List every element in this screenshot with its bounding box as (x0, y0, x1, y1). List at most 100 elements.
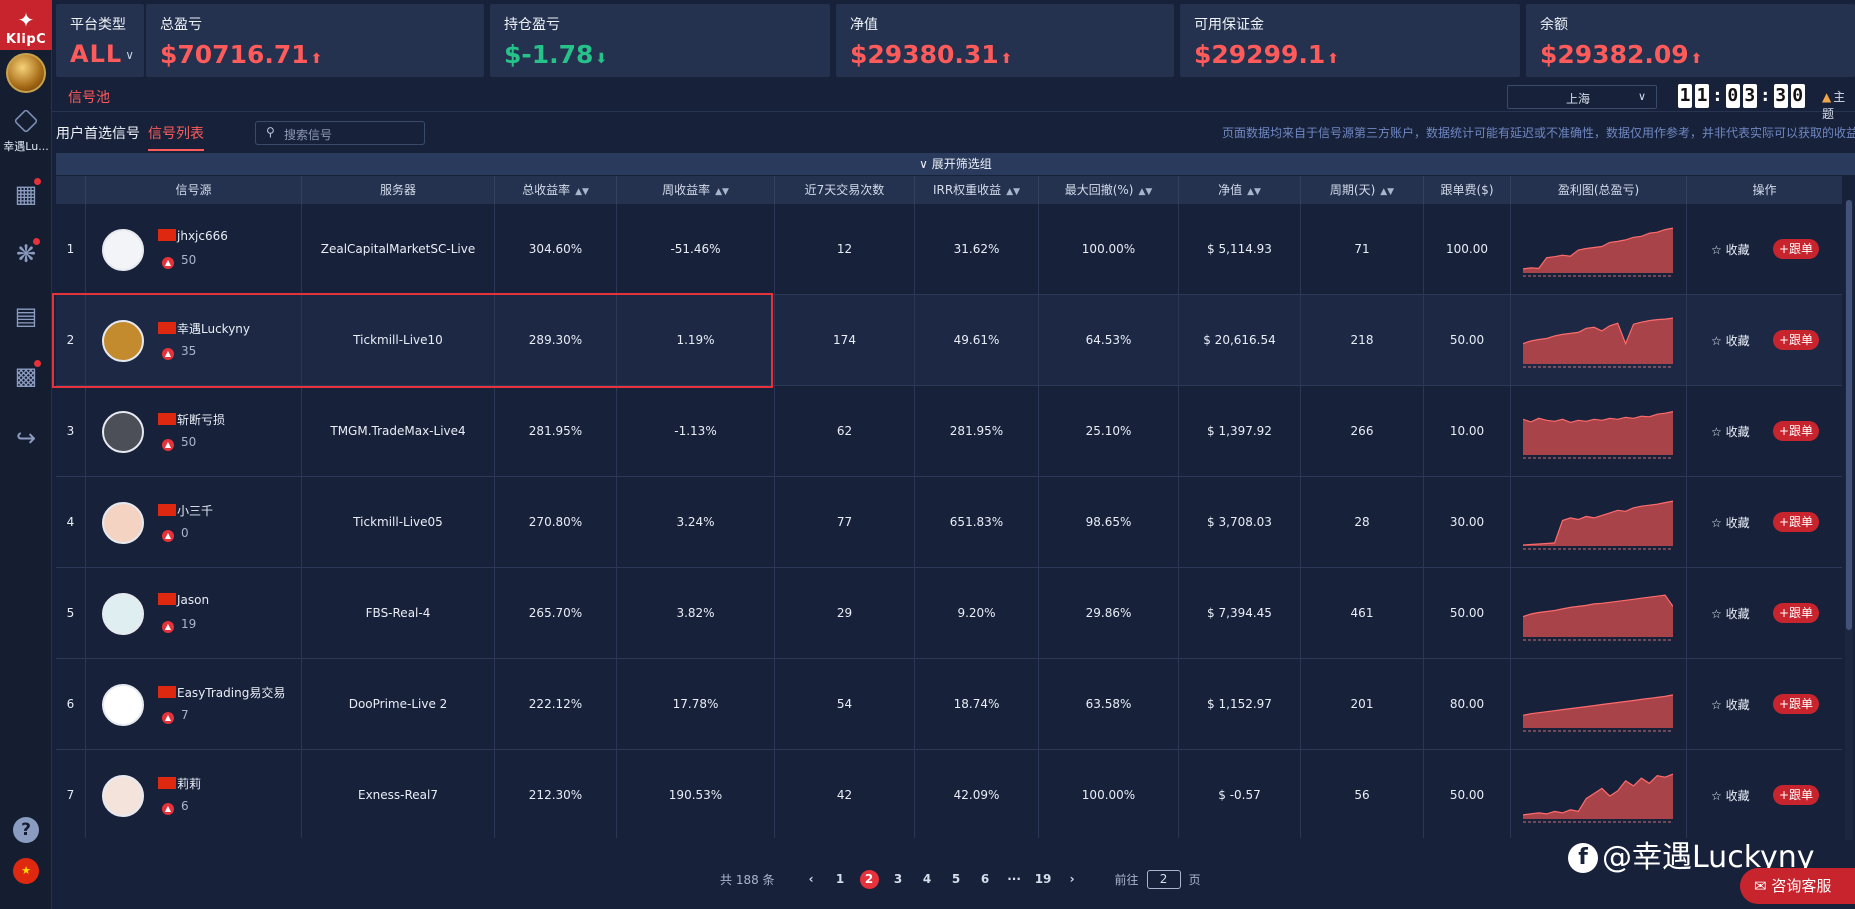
avatar[interactable] (102, 411, 144, 453)
consult-button[interactable]: ✉ 咨询客服 (1740, 868, 1855, 904)
fire-icon: ▲ (162, 621, 174, 633)
follow-button[interactable]: +跟单 (1773, 330, 1820, 350)
scrollbar-thumb[interactable] (1846, 200, 1852, 630)
th-drawdown[interactable]: 最大回撤(%) ▲▼ (1039, 176, 1179, 204)
sidebar-item-logout[interactable]: ↪ (0, 416, 52, 460)
favorite-button[interactable]: ☆ 收藏 (1711, 787, 1750, 804)
favorite-button[interactable]: ☆ 收藏 (1711, 605, 1750, 622)
vertical-scrollbar[interactable] (1845, 200, 1853, 840)
search-input[interactable]: ⚲ 搜索信号 (255, 121, 425, 145)
source-name[interactable]: jhxjc666 (158, 229, 228, 243)
favorite-button[interactable]: ☆ 收藏 (1711, 332, 1750, 349)
user-badge[interactable]: 幸遇Lu... (0, 108, 52, 154)
china-flag-icon (158, 413, 176, 425)
avatar[interactable] (102, 320, 144, 362)
page-number[interactable]: 2 (859, 869, 879, 889)
sidebar-item-analytics[interactable]: ▤ (0, 294, 52, 338)
avatar[interactable] (102, 593, 144, 635)
table-row[interactable]: 4 Tickmill-Live05 270.80% 3.24% 77 651.83% 98.… (56, 477, 1842, 568)
avatar[interactable] (6, 53, 46, 93)
stat-equity: 净值 $29380.31 ⬆ (836, 4, 1174, 77)
cell-period: 266 (1301, 386, 1424, 477)
user-name: 幸遇Lu... (3, 140, 49, 153)
avatar[interactable] (102, 229, 144, 271)
next-page-icon[interactable]: › (1063, 870, 1082, 889)
source-name[interactable]: 小三千 (158, 502, 213, 519)
cell-server: ZealCapitalMarketSC-Live (302, 204, 495, 295)
table-row[interactable]: 2 Tickmill-Live10 289.30% 1.19% 174 49.61% 64.… (56, 295, 1842, 386)
expand-filter-button[interactable]: ∨ 展开筛选组 (56, 153, 1855, 175)
clock-digit: 3 (1742, 84, 1757, 108)
cell-trades: 77 (775, 477, 915, 568)
page-number[interactable]: 19 (1034, 870, 1053, 889)
sparkline-area (1523, 318, 1673, 364)
follow-button[interactable]: +跟单 (1773, 603, 1820, 623)
page-number[interactable]: 5 (947, 870, 966, 889)
sidebar-item-ranking[interactable]: ▩ (0, 354, 52, 398)
th-weekly-return[interactable]: 周收益率 ▲▼ (617, 176, 775, 204)
table-row[interactable]: 1 ZealCapitalMarketSC-Live 304.60% -51.46% 1… (56, 204, 1842, 295)
th-irr[interactable]: IRR权重收益 ▲▼ (915, 176, 1039, 204)
prev-page-icon[interactable]: ‹ (802, 870, 821, 889)
avatar[interactable] (102, 502, 144, 544)
cell-weekly: 3.82% (617, 568, 775, 659)
sidebar-item-dashboard[interactable]: ▦ (0, 172, 52, 216)
cell-source[interactable]: 幸遇Luckyny ▲ 35 (86, 295, 302, 386)
cell-source[interactable]: EasyTrading易交易 ▲ 7 (86, 659, 302, 750)
cell-source[interactable]: 莉莉 ▲ 6 (86, 750, 302, 838)
th-label: 周期(天) (1329, 183, 1376, 197)
source-name[interactable]: 幸遇Luckyny (158, 320, 250, 337)
follow-button[interactable]: +跟单 (1773, 785, 1820, 805)
page-number[interactable]: 4 (918, 870, 937, 889)
follow-button[interactable]: +跟单 (1773, 512, 1820, 532)
table-row[interactable]: 5 FBS-Real-4 265.70% 3.82% 29 9.20% 29.86% $ 7,… (56, 568, 1842, 659)
help-icon[interactable]: ? (13, 817, 39, 843)
cell-equity: $ 20,616.54 (1179, 295, 1301, 386)
tab-signal-list[interactable]: 信号列表 (148, 123, 204, 151)
follow-button[interactable]: +跟单 (1773, 421, 1820, 441)
th-total-return[interactable]: 总收益率 ▲▼ (495, 176, 617, 204)
fire-icon: ▲ (162, 803, 174, 815)
table-row[interactable]: 3 TMGM.TradeMax-Live4 281.95% -1.13% 62 281.9… (56, 386, 1842, 477)
page-number[interactable]: ··· (1005, 870, 1024, 889)
source-name[interactable]: 莉莉 (158, 775, 201, 792)
logo[interactable]: ✦ KlipC (0, 0, 52, 50)
th-period[interactable]: 周期(天) ▲▼ (1301, 176, 1424, 204)
table-row[interactable]: 7 Exness-Real7 212.30% 190.53% 42 42.09% 100.0… (56, 750, 1842, 838)
platform-value: ALL (70, 40, 123, 68)
favorite-button[interactable]: ☆ 收藏 (1711, 514, 1750, 531)
cell-source[interactable]: 小三千 ▲ 0 (86, 477, 302, 568)
cell-dd: 64.53% (1039, 295, 1179, 386)
stat-value: $29380.31 (850, 40, 999, 69)
avatar[interactable] (102, 684, 144, 726)
cell-server: TMGM.TradeMax-Live4 (302, 386, 495, 477)
source-name[interactable]: 斩断亏损 (158, 411, 225, 428)
page-number[interactable]: 1 (831, 870, 850, 889)
th-equity[interactable]: 净值 ▲▼ (1179, 176, 1301, 204)
fire-icon: ▲ (162, 530, 174, 542)
sidebar-item-signals[interactable]: ❋ (0, 232, 52, 276)
fire-icon: ▲ (162, 348, 174, 360)
favorite-button[interactable]: ☆ 收藏 (1711, 241, 1750, 258)
timezone-select[interactable]: 上海 ∨ (1507, 85, 1657, 109)
page-number[interactable]: 3 (889, 870, 908, 889)
cell-source[interactable]: Jason ▲ 19 (86, 568, 302, 659)
follow-button[interactable]: +跟单 (1773, 239, 1820, 259)
stats-bar: 平台类型 ALL ∨ 总盈亏 $70716.71 ⬆ 持仓盈亏 $-1.78 ⬇ 净… (56, 4, 1855, 77)
cell-source[interactable]: 斩断亏损 ▲ 50 (86, 386, 302, 477)
avatar[interactable] (102, 775, 144, 817)
page-number[interactable]: 6 (976, 870, 995, 889)
table-row[interactable]: 6 DooPrime-Live 2 222.12% 17.78% 54 18.74% 63.… (56, 659, 1842, 750)
tab-preferred-signals[interactable]: 用户首选信号 (56, 123, 140, 149)
cell-source[interactable]: jhxjc666 ▲ 50 (86, 204, 302, 295)
stat-label: 持仓盈亏 (504, 17, 560, 33)
language-flag-icon[interactable]: ★ (13, 858, 39, 884)
source-name[interactable]: EasyTrading易交易 (158, 684, 285, 701)
source-name[interactable]: Jason (158, 593, 209, 607)
favorite-button[interactable]: ☆ 收藏 (1711, 423, 1750, 440)
favorite-button[interactable]: ☆ 收藏 (1711, 696, 1750, 713)
follow-button[interactable]: +跟单 (1773, 694, 1820, 714)
goto-input[interactable]: 2 (1146, 869, 1181, 889)
pagination: 共 188 条 ‹ 1 2 3 4 5 6 ··· 19 › 前往 2 页 (720, 868, 1201, 890)
platform-select[interactable]: 平台类型 ALL ∨ (56, 4, 144, 77)
